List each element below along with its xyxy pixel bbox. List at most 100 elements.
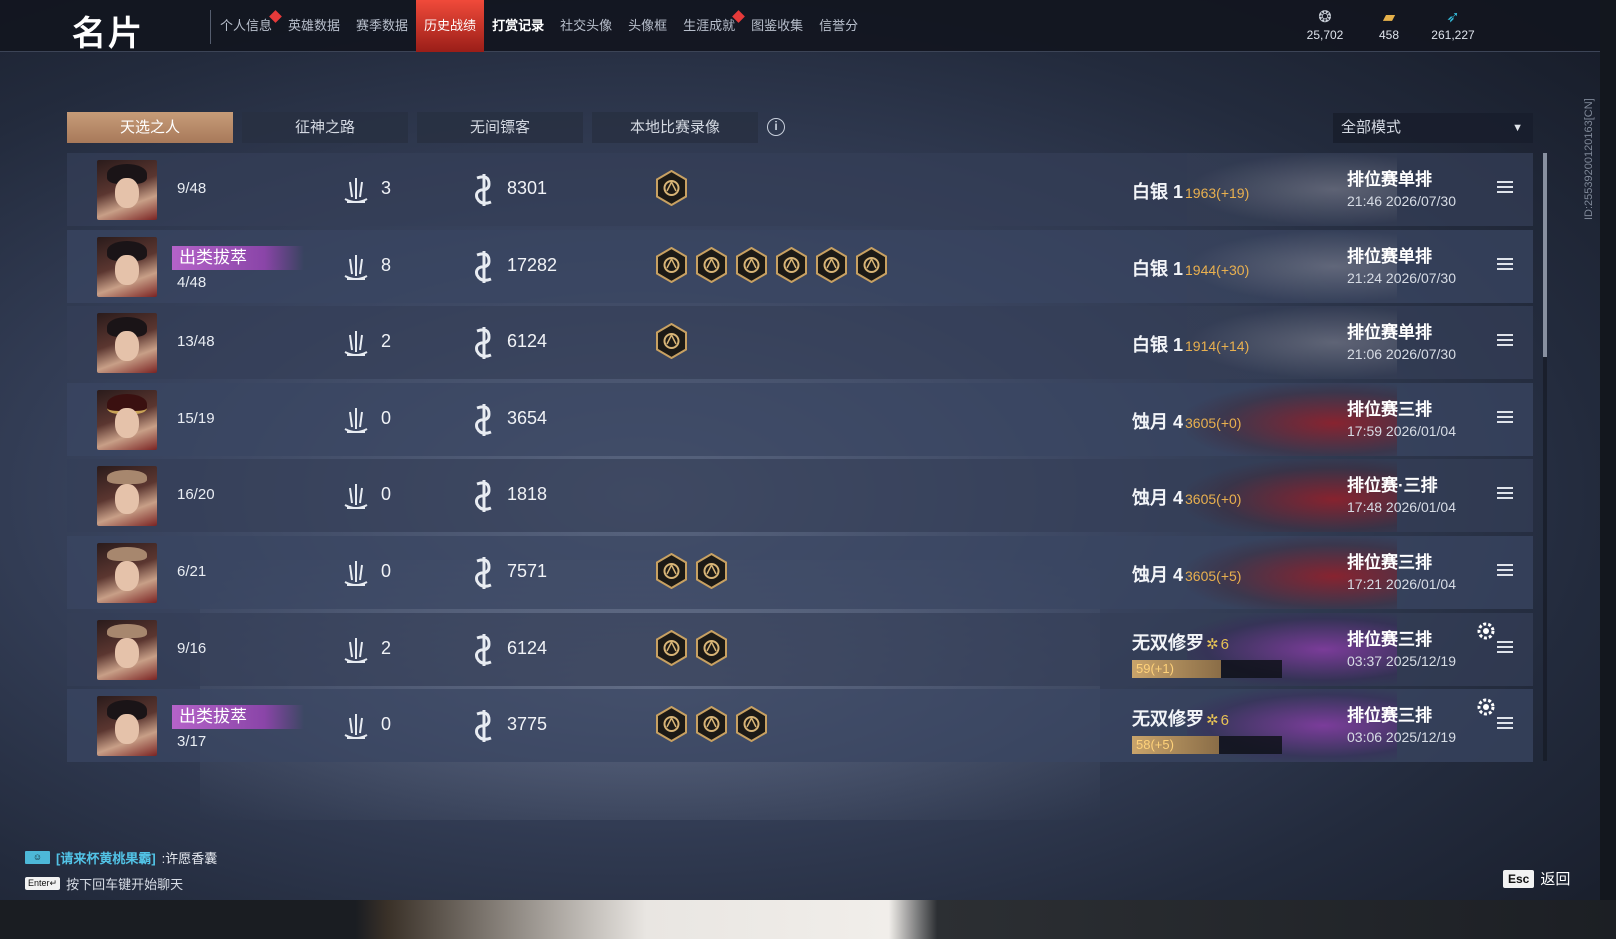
medal-icon[interactable] bbox=[655, 246, 688, 283]
damage-value: 6124 bbox=[507, 637, 548, 658]
currency-value: 261,227 bbox=[1431, 28, 1475, 42]
medal-list bbox=[655, 169, 688, 207]
nav-item-label: 历史战绩 bbox=[424, 18, 477, 33]
medal-icon[interactable] bbox=[855, 246, 888, 283]
match-mode: 排位赛三排 bbox=[1347, 552, 1432, 572]
rank-name: 白银 1 1963(+19) bbox=[1132, 182, 1250, 202]
damage-value: 17282 bbox=[507, 254, 558, 275]
rank-progress-bar: 59(+1) bbox=[1132, 659, 1282, 678]
medal-icon[interactable] bbox=[655, 169, 688, 207]
match-row[interactable]: 出类拔萃 4/48 8 17282 白银 1 1944(+30) 排位赛单排 21:24 20… bbox=[67, 229, 1533, 303]
nav-item[interactable]: 生涯成就 bbox=[675, 0, 745, 52]
damage-icon bbox=[471, 632, 497, 668]
kill-count: 8 bbox=[381, 254, 392, 275]
damage-value: 3654 bbox=[507, 407, 548, 428]
match-row[interactable]: 出类拔萃 3/17 0 3775 无双修罗 ✲ 6 58(+5) 排位赛三排 03:06 2025… bbox=[67, 689, 1533, 763]
match-row[interactable]: 13/48 2 6124 白银 1 1914(+14) 排位赛单排 21:06 2026/0… bbox=[67, 306, 1533, 380]
avatar bbox=[97, 389, 157, 450]
damage-icon bbox=[471, 555, 497, 591]
damage-icon bbox=[471, 478, 497, 514]
rank-name: 蚀月 4 3605(+0) bbox=[1132, 411, 1242, 432]
coin-stack-icon: ❂ bbox=[1318, 9, 1332, 26]
scrollbar[interactable] bbox=[1543, 153, 1547, 761]
details-menu-icon[interactable] bbox=[1497, 487, 1513, 501]
nav-item[interactable]: 信誉分 bbox=[811, 0, 866, 52]
mode-select-value: 全部模式 bbox=[1341, 119, 1402, 136]
kill-count: 0 bbox=[381, 407, 392, 428]
medal-icon[interactable] bbox=[695, 705, 728, 743]
top-nav: 个人信息 英雄数据 赛季数据 历史战绩 打赏记录 社交头像 头像框 生涯成就 图鉴收集 信誉分 bbox=[212, 0, 866, 52]
medal-icon[interactable] bbox=[735, 705, 768, 743]
medal-list bbox=[655, 705, 768, 743]
enter-key-icon: Enter↵ bbox=[25, 877, 61, 890]
gear-icon bbox=[1476, 697, 1496, 717]
match-row[interactable]: 15/19 0 3654 蚀月 4 3605(+0) 排位赛三排 17:59 2026/01… bbox=[67, 382, 1533, 456]
details-menu-icon[interactable] bbox=[1497, 563, 1513, 578]
scroll-thumb[interactable] bbox=[1543, 153, 1547, 357]
match-time: 21:46 2026/07/30 bbox=[1347, 193, 1456, 209]
nav-item[interactable]: 英雄数据 bbox=[280, 0, 348, 52]
details-menu-icon[interactable] bbox=[1497, 257, 1513, 272]
medal-icon[interactable] bbox=[775, 246, 808, 283]
nav-item-label: 个人信息 bbox=[220, 18, 273, 33]
details-menu-icon[interactable] bbox=[1497, 640, 1513, 655]
star-icon: ✲ bbox=[1206, 712, 1219, 730]
rank-name: 无双修罗 ✲ 6 bbox=[1132, 709, 1229, 730]
placement: 3/17 bbox=[177, 733, 207, 751]
placement: 13/48 bbox=[177, 333, 215, 351]
medal-icon[interactable] bbox=[655, 552, 688, 590]
medal-icon[interactable] bbox=[695, 629, 728, 666]
nav-item-label: 打赏记录 bbox=[492, 18, 545, 33]
damage-icon bbox=[471, 708, 497, 744]
rank-points: 3605(+0) bbox=[1185, 491, 1242, 508]
nav-item[interactable]: 图鉴收集 bbox=[743, 0, 811, 52]
medal-icon[interactable] bbox=[655, 323, 688, 360]
back-button[interactable]: 返回 bbox=[1540, 868, 1570, 889]
match-mode: 排位赛单排 bbox=[1347, 323, 1432, 343]
match-time: 17:21 2026/01/04 bbox=[1347, 575, 1456, 592]
placement: 4/48 bbox=[177, 273, 207, 291]
medal-icon[interactable] bbox=[655, 629, 688, 666]
right-strip bbox=[1600, 0, 1616, 900]
esc-key[interactable]: Esc bbox=[1503, 869, 1535, 888]
medal-icon[interactable] bbox=[655, 705, 688, 743]
back-control[interactable]: Esc 返回 bbox=[1503, 868, 1570, 889]
details-menu-icon[interactable] bbox=[1497, 410, 1513, 425]
avatar bbox=[97, 313, 157, 374]
nav-item[interactable]: 个人信息 bbox=[212, 0, 282, 52]
match-row[interactable]: 16/20 0 1818 蚀月 4 3605(+0) 排位赛·三排 17:48 2026/0… bbox=[67, 459, 1533, 533]
medal-icon[interactable] bbox=[735, 246, 768, 283]
details-menu-icon[interactable] bbox=[1497, 717, 1513, 731]
tab[interactable]: 天选之人 bbox=[67, 112, 233, 143]
currency-bar: ❂ 25,702 ▰ 458 ➶ 261,227 bbox=[1300, 8, 1478, 42]
match-mode: 排位赛单排 bbox=[1347, 246, 1432, 266]
nav-item[interactable]: 历史战绩 bbox=[416, 0, 485, 52]
medal-icon[interactable] bbox=[695, 552, 728, 590]
info-icon[interactable]: i bbox=[767, 118, 785, 136]
nav-item-label: 图鉴收集 bbox=[751, 18, 804, 33]
medal-icon[interactable] bbox=[695, 246, 728, 283]
tab[interactable]: 征神之路 bbox=[242, 112, 408, 143]
match-time: 17:59 2026/01/04 bbox=[1347, 422, 1456, 439]
match-time: 21:24 2026/07/30 bbox=[1347, 269, 1456, 286]
match-row[interactable]: 9/48 3 8301 白银 1 1963(+19) 排位赛单排 21:46 2026/07… bbox=[67, 153, 1533, 226]
details-menu-icon[interactable] bbox=[1497, 181, 1513, 195]
nav-item[interactable]: 打赏记录 bbox=[484, 0, 552, 52]
tab[interactable]: 本地比赛录像 bbox=[592, 112, 758, 143]
match-mode: 排位赛三排 bbox=[1347, 706, 1432, 726]
match-row[interactable]: 9/16 2 6124 无双修罗 ✲ 6 59(+1) 排位赛三排 03:37 2025/12/… bbox=[67, 612, 1533, 686]
chat-channel[interactable]: [请来杯黄桃果霸] bbox=[56, 848, 156, 867]
nav-item[interactable]: 社交头像 bbox=[552, 0, 620, 52]
nav-item[interactable]: 赛季数据 bbox=[348, 0, 416, 52]
tab[interactable]: 无间镖客 bbox=[417, 112, 583, 143]
medal-list bbox=[655, 246, 888, 283]
match-row[interactable]: 6/21 0 7571 蚀月 4 3605(+5) 排位赛三排 17:21 2026/01/… bbox=[67, 535, 1533, 609]
mode-select[interactable]: 全部模式 ▼ bbox=[1333, 113, 1533, 143]
nav-item[interactable]: 头像框 bbox=[620, 0, 675, 52]
player-id: ID:2553920012016​3[CN] bbox=[1583, 98, 1595, 220]
details-menu-icon[interactable] bbox=[1497, 334, 1513, 348]
currency-value: 25,702 bbox=[1306, 28, 1344, 42]
medal-icon[interactable] bbox=[815, 246, 848, 283]
placement: 9/48 bbox=[177, 180, 207, 197]
placement: 16/20 bbox=[177, 486, 215, 504]
